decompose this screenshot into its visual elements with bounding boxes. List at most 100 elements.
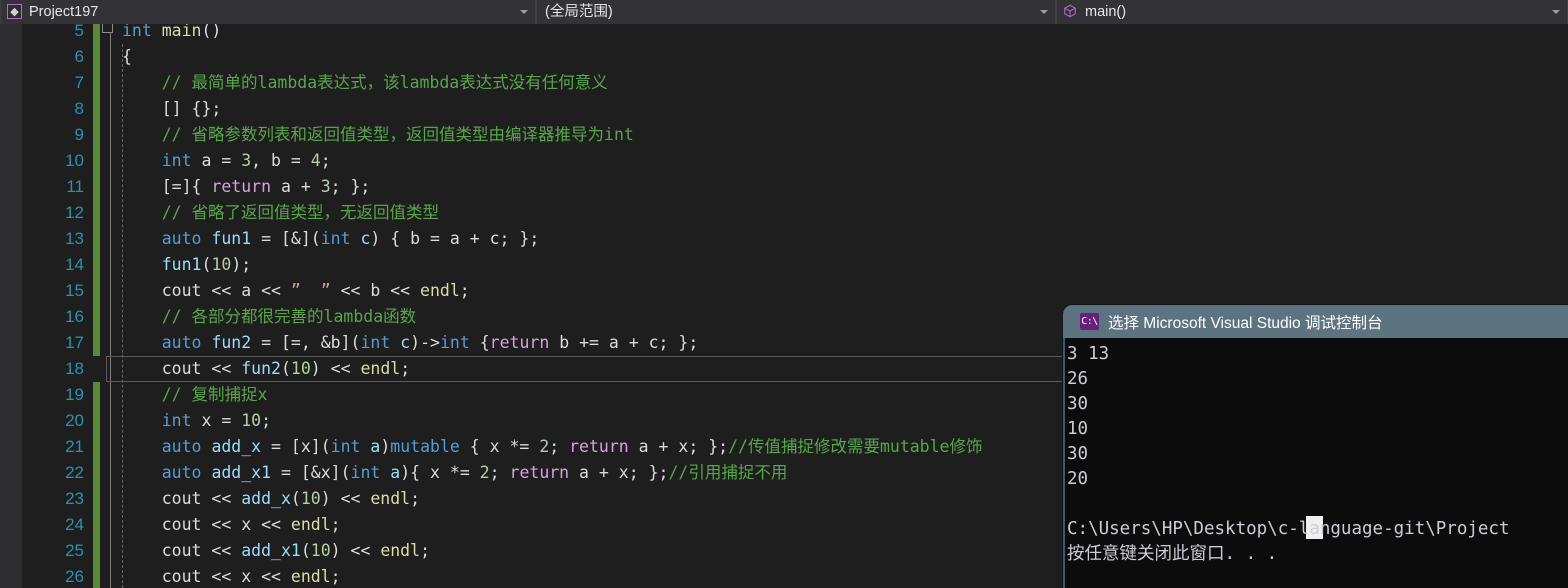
code-token: ); xyxy=(231,255,251,274)
member-selector-dropdown[interactable]: main() xyxy=(1056,0,1568,24)
change-marker-segment xyxy=(93,382,100,408)
code-token: { xyxy=(470,333,490,352)
code-line[interactable]: // 省略了返回值类型，无返回值类型 xyxy=(100,200,1568,226)
debug-console-window[interactable]: C:\ 选择 Microsoft Visual Studio 调试控制台 3 1… xyxy=(1063,305,1568,588)
code-token: endl xyxy=(291,515,331,534)
code-token: 10 xyxy=(311,541,331,560)
code-token: () xyxy=(202,24,222,40)
code-token: a + x; }; xyxy=(629,437,728,456)
code-token: ; xyxy=(420,541,430,560)
change-marker-segment xyxy=(93,460,100,486)
code-token: [] {}; xyxy=(122,99,221,118)
line-number: 11 xyxy=(22,174,84,200)
code-token: )-> xyxy=(410,333,440,352)
line-number: 24 xyxy=(22,512,84,538)
change-marker-segment xyxy=(93,278,100,304)
change-marker-segment xyxy=(93,434,100,460)
code-token: endl xyxy=(360,359,400,378)
change-marker-segment xyxy=(93,148,100,174)
console-output-line: 30 xyxy=(1067,442,1088,467)
change-marker-segment xyxy=(93,330,100,356)
code-line[interactable]: int a = 3, b = 4; xyxy=(100,148,1568,174)
change-marker-segment xyxy=(93,486,100,512)
code-token xyxy=(360,437,370,456)
chevron-down-icon[interactable] xyxy=(1552,10,1560,14)
line-number: 22 xyxy=(22,460,84,486)
change-marker-segment xyxy=(93,252,100,278)
console-title-bar[interactable]: C:\ 选择 Microsoft Visual Studio 调试控制台 xyxy=(1063,305,1568,338)
console-output-area[interactable]: 3 132630103020C:\Users\HP\Desktop\c-lang… xyxy=(1063,338,1568,588)
code-token xyxy=(122,229,162,248)
code-token: { x *= xyxy=(460,437,539,456)
code-token: ( xyxy=(281,359,291,378)
project-icon: ◆ xyxy=(7,4,23,20)
code-token: = [x]( xyxy=(261,437,331,456)
code-token: cout << x << xyxy=(122,567,291,586)
change-marker-segment xyxy=(93,70,100,96)
console-title-text: 选择 Microsoft Visual Studio 调试控制台 xyxy=(1108,311,1382,333)
code-token: int xyxy=(162,151,192,170)
line-number: 12 xyxy=(22,200,84,226)
change-marker-segment xyxy=(93,24,100,44)
code-token xyxy=(122,411,162,430)
code-token: x = xyxy=(192,411,242,430)
code-token: 4 xyxy=(311,151,321,170)
code-token xyxy=(122,463,162,482)
code-token: mutable xyxy=(390,437,460,456)
code-token: { xyxy=(122,47,132,66)
project-selector-dropdown[interactable]: ◆ Project197 xyxy=(0,0,536,24)
code-token: ; }; xyxy=(331,177,371,196)
code-token: ; xyxy=(331,515,341,534)
code-token: endl xyxy=(420,281,460,300)
code-token: ; xyxy=(410,489,420,508)
scope-selector-dropdown[interactable]: (全局范围) xyxy=(536,0,1056,24)
code-line[interactable]: // 最简单的lambda表达式，该lambda表达式没有任何意义 xyxy=(100,70,1568,96)
code-token: return xyxy=(211,177,271,196)
code-token: 3 xyxy=(321,177,331,196)
code-token: ) << xyxy=(331,541,381,560)
code-line-partial[interactable]: int main() xyxy=(100,24,1568,44)
code-token: << b << xyxy=(331,281,420,300)
change-marker-segment xyxy=(93,564,100,588)
change-marker-segment xyxy=(93,96,100,122)
code-token xyxy=(351,229,361,248)
line-number: 17 xyxy=(22,330,84,356)
console-output-line: C:\Users\HP\Desktop\c-language-git\Proje… xyxy=(1067,517,1510,542)
vs-code-editor-window: ◆ Project197 (全局范围) main() xyxy=(0,0,1568,588)
change-marker-segment xyxy=(93,44,100,70)
code-token: ) << xyxy=(321,489,371,508)
code-token: add_x1 xyxy=(211,463,271,482)
code-line[interactable]: fun1(10); xyxy=(100,252,1568,278)
code-token: fun2 xyxy=(241,359,281,378)
code-token: 2 xyxy=(480,463,490,482)
member-selector-label: main() xyxy=(1085,0,1126,24)
console-output-line: 20 xyxy=(1067,467,1088,492)
chevron-down-icon[interactable] xyxy=(520,10,528,14)
code-line[interactable]: { xyxy=(100,44,1568,70)
line-number: 26 xyxy=(22,564,84,588)
console-output-line: 26 xyxy=(1067,367,1088,392)
chevron-down-icon[interactable] xyxy=(1040,10,1048,14)
line-number: 16 xyxy=(22,304,84,330)
code-token: int xyxy=(331,437,361,456)
code-token: // 各部分都很完善的lambda函数 xyxy=(122,307,416,326)
code-token: int xyxy=(351,463,381,482)
code-line[interactable]: [=]{ return a + 3; }; xyxy=(100,174,1568,200)
code-line[interactable]: cout << a << ” ” << b << endl; xyxy=(100,278,1568,304)
code-line[interactable]: auto fun1 = [&](int c) { b = a + c; }; xyxy=(100,226,1568,252)
line-number: 9 xyxy=(22,122,84,148)
code-token: ) { b = a + c; }; xyxy=(370,229,539,248)
line-number: 20 xyxy=(22,408,84,434)
line-number: 6 xyxy=(22,44,84,70)
code-token: a xyxy=(390,463,400,482)
code-line[interactable]: // 省略参数列表和返回值类型，返回值类型由编译器推导为int xyxy=(100,122,1568,148)
line-number: 15 xyxy=(22,278,84,304)
code-token xyxy=(122,437,162,456)
code-line[interactable]: [] {}; xyxy=(100,96,1568,122)
code-token: , b = xyxy=(251,151,311,170)
code-token: = [=, &b]( xyxy=(251,333,360,352)
code-token: auto xyxy=(162,229,202,248)
line-number: 14 xyxy=(22,252,84,278)
code-token: c xyxy=(400,333,410,352)
line-number: 23 xyxy=(22,486,84,512)
